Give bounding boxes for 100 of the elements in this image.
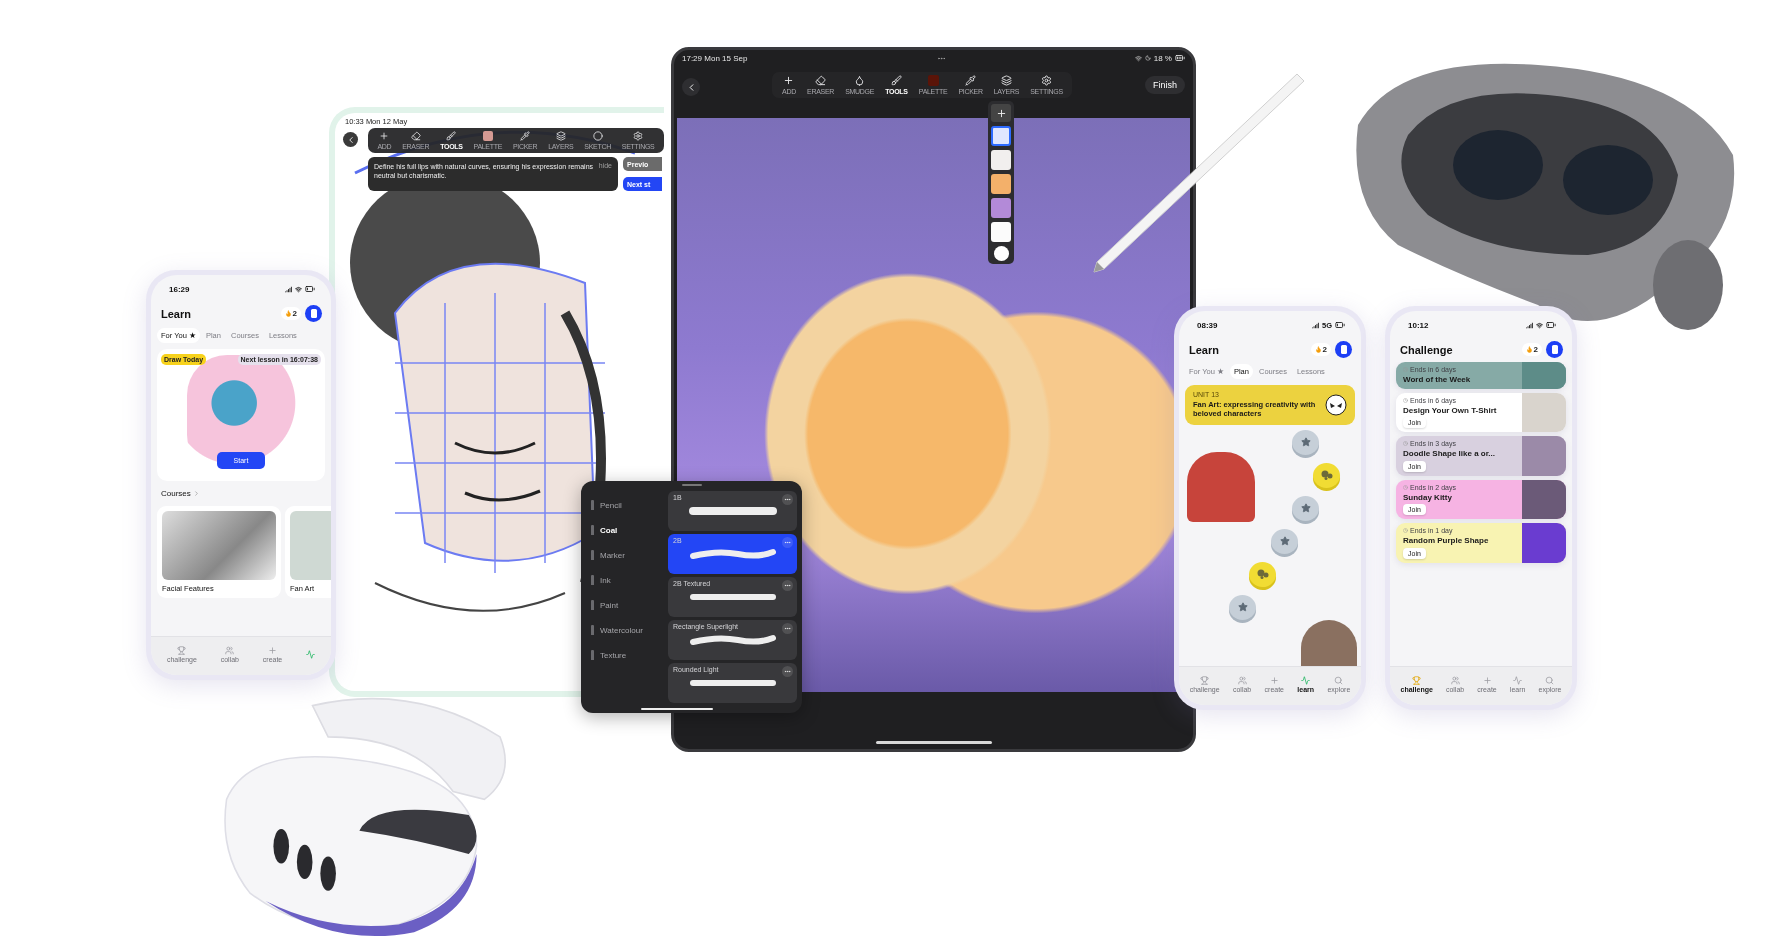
finish-button[interactable]: Finish bbox=[1144, 76, 1185, 94]
brush-category[interactable]: Pencil bbox=[591, 498, 668, 512]
search-icon bbox=[1334, 675, 1344, 685]
image-placeholder bbox=[1522, 392, 1566, 433]
image-placeholder bbox=[1522, 362, 1566, 389]
zigzag-icon bbox=[306, 649, 316, 659]
add-layer-button[interactable] bbox=[991, 104, 1011, 122]
practice-node[interactable] bbox=[1249, 561, 1276, 587]
brush-tip-icon bbox=[591, 650, 594, 660]
drag-handle[interactable] bbox=[681, 484, 702, 486]
plus-icon bbox=[268, 645, 278, 655]
signal-icon bbox=[285, 285, 292, 293]
profile-button[interactable] bbox=[1546, 341, 1563, 358]
section-title: Courses bbox=[161, 489, 191, 498]
layer-thumbnail[interactable] bbox=[991, 198, 1011, 218]
streak-count: 2 bbox=[292, 309, 297, 318]
brush-tip-icon bbox=[591, 600, 594, 610]
lesson-node[interactable] bbox=[1271, 528, 1298, 554]
color-swatch bbox=[927, 75, 939, 86]
clock-icon bbox=[1403, 528, 1408, 534]
back-button[interactable] bbox=[343, 132, 358, 147]
star-icon bbox=[1300, 503, 1311, 514]
bubbles-icon bbox=[1320, 470, 1333, 481]
brush-tip-icon bbox=[591, 550, 594, 560]
layer-thumbnail[interactable] bbox=[991, 126, 1011, 146]
image-placeholder bbox=[1522, 479, 1566, 520]
more-button[interactable] bbox=[782, 494, 793, 505]
eraser-icon bbox=[410, 131, 421, 141]
droplet-icon bbox=[854, 75, 866, 86]
people-icon bbox=[225, 645, 235, 655]
people-icon bbox=[1450, 675, 1460, 685]
challenge-title: Doodle Shape like a or... bbox=[1403, 449, 1497, 459]
image-placeholder bbox=[1522, 436, 1566, 476]
layers-icon bbox=[555, 131, 566, 141]
settings-icon bbox=[633, 131, 644, 141]
status-time: 16:29 bbox=[169, 284, 190, 294]
brush-category[interactable]: Texture bbox=[591, 648, 668, 662]
challenge-title: Random Purple Shape bbox=[1403, 536, 1490, 546]
people-icon bbox=[1237, 675, 1247, 685]
brush-tip-icon bbox=[591, 575, 594, 585]
pipette-icon bbox=[965, 75, 977, 86]
pipette-icon bbox=[520, 131, 531, 141]
star-icon bbox=[1279, 536, 1290, 547]
challenge-title: Sunday Kitty bbox=[1403, 492, 1453, 503]
clock-icon bbox=[1403, 397, 1408, 403]
lesson-node[interactable] bbox=[1229, 594, 1256, 620]
brush-category[interactable]: Paint bbox=[591, 598, 668, 612]
plus-icon bbox=[1482, 675, 1492, 685]
battery-icon bbox=[1546, 320, 1556, 330]
circle-icon bbox=[592, 131, 603, 141]
layer-thumbnail[interactable] bbox=[991, 222, 1011, 242]
more-button[interactable] bbox=[782, 623, 793, 634]
signal-icon bbox=[1526, 321, 1533, 329]
profile-button[interactable] bbox=[1335, 341, 1352, 358]
status-time: 10:12 bbox=[1408, 320, 1429, 330]
clock-icon bbox=[1403, 441, 1408, 447]
layer-thumbnail[interactable] bbox=[991, 150, 1011, 170]
brush-category[interactable]: Coal bbox=[591, 523, 668, 537]
mask-icon bbox=[1325, 393, 1347, 416]
lesson-node[interactable] bbox=[1292, 429, 1319, 455]
brush-tip-icon bbox=[591, 500, 594, 510]
wifi-icon bbox=[295, 285, 302, 293]
flame-icon bbox=[1314, 346, 1322, 353]
profile-button[interactable] bbox=[305, 305, 322, 322]
star-icon bbox=[1300, 437, 1311, 448]
brush-tip-icon bbox=[591, 625, 594, 635]
flame-icon bbox=[1525, 346, 1533, 353]
layers-icon bbox=[1000, 75, 1012, 86]
eraser-icon bbox=[815, 75, 827, 86]
practice-node[interactable] bbox=[1313, 462, 1340, 488]
settings-icon bbox=[1041, 75, 1052, 86]
signal-icon bbox=[1312, 321, 1319, 329]
image-placeholder bbox=[1522, 523, 1566, 563]
wifi-icon bbox=[1134, 54, 1142, 62]
wifi-icon bbox=[1536, 321, 1543, 329]
more-button[interactable] bbox=[782, 537, 793, 548]
more-button[interactable] bbox=[782, 666, 793, 677]
streak-count: 2 bbox=[1322, 345, 1327, 354]
clock-icon bbox=[1403, 484, 1408, 490]
plus-icon bbox=[1269, 675, 1279, 685]
screen-title: Learn bbox=[1189, 343, 1219, 356]
layer-thumbnail[interactable] bbox=[991, 174, 1011, 194]
brush-category[interactable]: Marker bbox=[591, 548, 668, 562]
star-icon bbox=[1237, 602, 1248, 613]
challenge-title: Word of the Week bbox=[1403, 375, 1472, 385]
trophy-icon bbox=[177, 645, 187, 655]
color-button[interactable] bbox=[993, 246, 1009, 261]
battery-icon bbox=[305, 284, 315, 294]
bubbles-icon bbox=[1256, 569, 1269, 580]
plus-icon bbox=[995, 107, 1007, 119]
search-icon bbox=[1545, 675, 1555, 685]
status-time: 08:39 bbox=[1197, 320, 1218, 330]
brush-category[interactable]: Watercolour bbox=[591, 623, 668, 637]
color-swatch bbox=[482, 131, 493, 141]
lesson-node[interactable] bbox=[1292, 495, 1319, 521]
streak-count: 2 bbox=[1533, 345, 1538, 354]
flame-icon bbox=[284, 310, 292, 317]
more-button[interactable] bbox=[782, 580, 793, 591]
battery-icon bbox=[1335, 320, 1345, 330]
brush-category[interactable]: Ink bbox=[591, 573, 668, 587]
